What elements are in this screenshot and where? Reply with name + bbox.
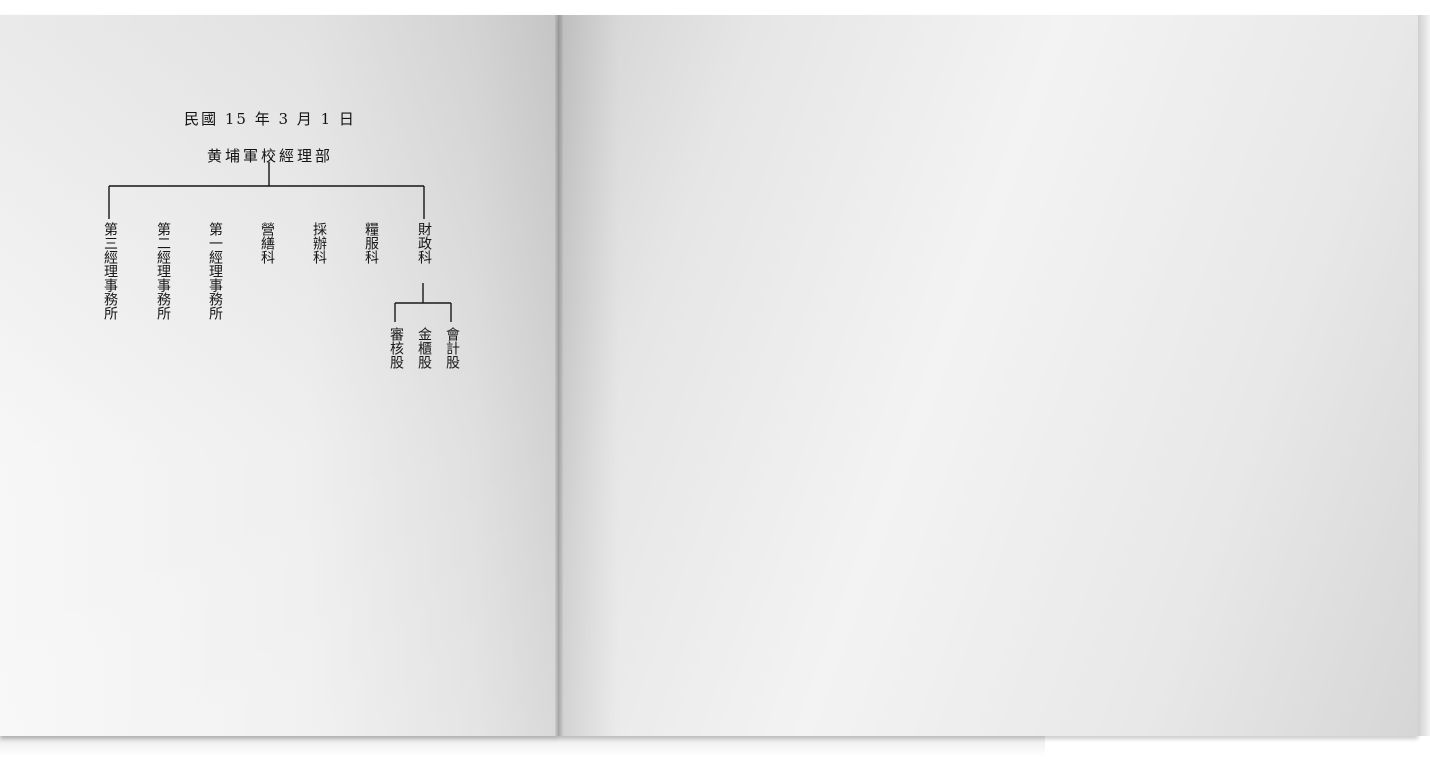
node-audit-section: 審核股: [388, 327, 404, 369]
node-accounting-section: 會計股: [444, 327, 460, 369]
node-construction-dept: 營繕科: [259, 222, 275, 264]
page-stack-edge: [1418, 15, 1430, 736]
org-chart-connectors: [108, 162, 452, 322]
document-viewer: 民國 15 年 3 月 1 日 黄埔軍校經理部 第三經理事務所 第二經理事務所 …: [0, 0, 1430, 759]
node-procurement-dept: 採辦科: [311, 222, 327, 264]
node-first-office: 第一經理事務所: [207, 222, 223, 320]
book-spine: [555, 15, 563, 736]
left-page: 民國 15 年 3 月 1 日 黄埔軍校經理部 第三經理事務所 第二經理事務所 …: [0, 15, 559, 736]
node-treasury-section: 金櫃股: [416, 327, 432, 369]
node-finance-dept: 財政科: [416, 222, 432, 264]
right-page: [559, 15, 1418, 736]
node-second-office: 第二經理事務所: [155, 222, 171, 320]
node-provisions-dept: 糧服科: [363, 222, 379, 264]
node-third-office: 第三經理事務所: [102, 222, 118, 320]
